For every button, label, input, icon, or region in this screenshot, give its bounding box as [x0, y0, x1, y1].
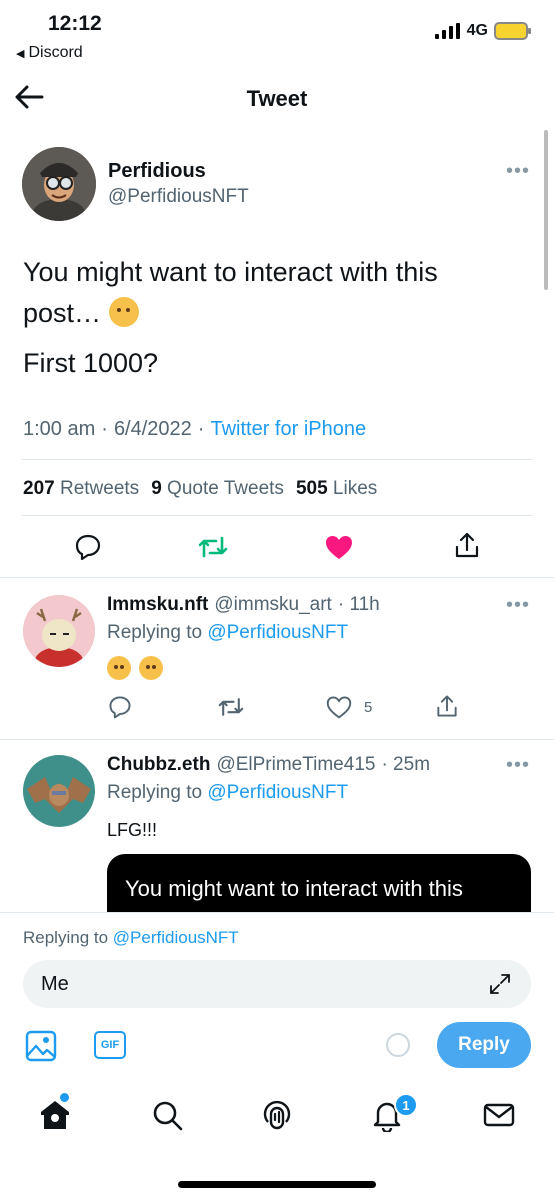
gif-button[interactable]: GIF: [94, 1031, 126, 1059]
reply-time: · 11h: [337, 594, 380, 615]
zipper-mouth-emoji-icon: [139, 656, 163, 680]
divider: [22, 459, 532, 460]
home-tab-icon[interactable]: [38, 1098, 72, 1132]
tweet-text-line: You might want to interact with this: [23, 257, 438, 287]
home-indicator[interactable]: [178, 1181, 376, 1188]
back-to-app-link[interactable]: ◀ Discord: [16, 44, 83, 62]
page-title: Tweet: [246, 86, 308, 111]
reply-button[interactable]: Reply: [437, 1022, 531, 1068]
reply-author-handle[interactable]: @ElPrimeTime415: [216, 754, 375, 776]
retweet-icon[interactable]: [197, 532, 228, 562]
signal-icon: [434, 23, 460, 39]
character-count-ring: [386, 1033, 410, 1057]
network-label: 4G: [466, 22, 488, 39]
reply-header: Immsku.nft @immsku_art · 11h: [107, 594, 380, 616]
tweet-stats: 207 Retweets 9 Quote Tweets 505 Likes: [23, 478, 377, 500]
quote-tweets-stat[interactable]: 9 Quote Tweets: [151, 478, 284, 500]
author-avatar[interactable]: [22, 147, 96, 221]
author-name[interactable]: Perfidious: [108, 160, 206, 183]
image-icon[interactable]: [25, 1030, 57, 1062]
search-tab-icon[interactable]: [150, 1098, 184, 1132]
scrollbar[interactable]: [544, 130, 548, 290]
divider: [0, 739, 554, 740]
spaces-tab-icon[interactable]: [260, 1098, 294, 1132]
tweet-text-line: First 1000?: [23, 348, 159, 378]
zipper-mouth-emoji-icon: [107, 656, 131, 680]
reply-text: LFG!!!: [107, 820, 158, 840]
composer-replying-to-link[interactable]: @PerfidiousNFT: [113, 928, 239, 947]
tweet-text: You might want to interact with this pos…: [23, 252, 523, 384]
reply-author-name[interactable]: Immsku.nft: [107, 594, 208, 616]
reply-action-reply-icon[interactable]: [107, 694, 133, 720]
tweet-time: 1:00 am: [23, 418, 96, 440]
reply-more-icon[interactable]: •••: [506, 594, 530, 617]
reply-avatar[interactable]: [23, 595, 95, 667]
reply-emojis: [107, 656, 163, 680]
tweet-text-line: post…: [23, 293, 523, 334]
divider: [22, 515, 532, 516]
reply-like-icon[interactable]: [326, 694, 352, 720]
divider: [0, 577, 554, 578]
messages-tab-icon[interactable]: [482, 1098, 516, 1132]
tweet-meta: 1:00 am · 6/4/2022 · Twitter for iPhone: [23, 418, 366, 441]
reply-time: · 25m: [381, 754, 431, 775]
author-handle[interactable]: @PerfidiousNFT: [108, 186, 249, 208]
reply-action-like[interactable]: 5: [326, 694, 372, 720]
replying-to: Replying to @PerfidiousNFT: [107, 622, 349, 643]
home-unread-dot: [60, 1093, 69, 1102]
replying-to-link[interactable]: @PerfidiousNFT: [207, 782, 348, 803]
reply-more-icon[interactable]: •••: [506, 754, 530, 777]
reply-action-retweet-icon[interactable]: [217, 694, 245, 720]
reply-author-handle[interactable]: @immsku_art: [214, 594, 331, 616]
reply-avatar[interactable]: [23, 755, 95, 827]
status-time: 12:12: [48, 12, 102, 35]
tweet-date: 6/4/2022: [113, 418, 192, 440]
composer-replying-to: Replying to @PerfidiousNFT: [23, 928, 239, 947]
back-triangle-icon: ◀: [16, 47, 25, 60]
back-app-label: Discord: [28, 44, 83, 61]
tweet-source-link[interactable]: Twitter for iPhone: [210, 418, 366, 441]
reply-action-share-icon[interactable]: [434, 692, 460, 720]
reply-author-name[interactable]: Chubbz.eth: [107, 754, 210, 776]
like-icon[interactable]: [324, 532, 354, 562]
meta-separator: ·: [101, 418, 108, 440]
reply-icon[interactable]: [73, 532, 103, 562]
reply-header: Chubbz.eth @ElPrimeTime415 · 25m: [107, 754, 430, 776]
retweets-stat[interactable]: 207 Retweets: [23, 478, 139, 500]
likes-stat[interactable]: 505 Likes: [296, 478, 377, 500]
replying-to-link[interactable]: @PerfidiousNFT: [207, 622, 348, 643]
shushing-face-emoji-icon: [108, 297, 139, 327]
expand-icon[interactable]: [488, 972, 512, 996]
replying-to: Replying to @PerfidiousNFT: [107, 782, 349, 803]
meta-separator: ·: [197, 418, 205, 440]
status-indicators: 4G: [434, 22, 531, 40]
battery-icon: [494, 22, 531, 40]
tweet-more-icon[interactable]: •••: [506, 160, 530, 183]
reply-like-count: 5: [364, 698, 373, 716]
share-icon[interactable]: [452, 530, 482, 560]
notifications-badge: 1: [394, 1093, 418, 1117]
quoted-tweet-text: You might want to interact with this: [125, 876, 463, 901]
reply-input[interactable]: Me: [23, 960, 531, 1008]
